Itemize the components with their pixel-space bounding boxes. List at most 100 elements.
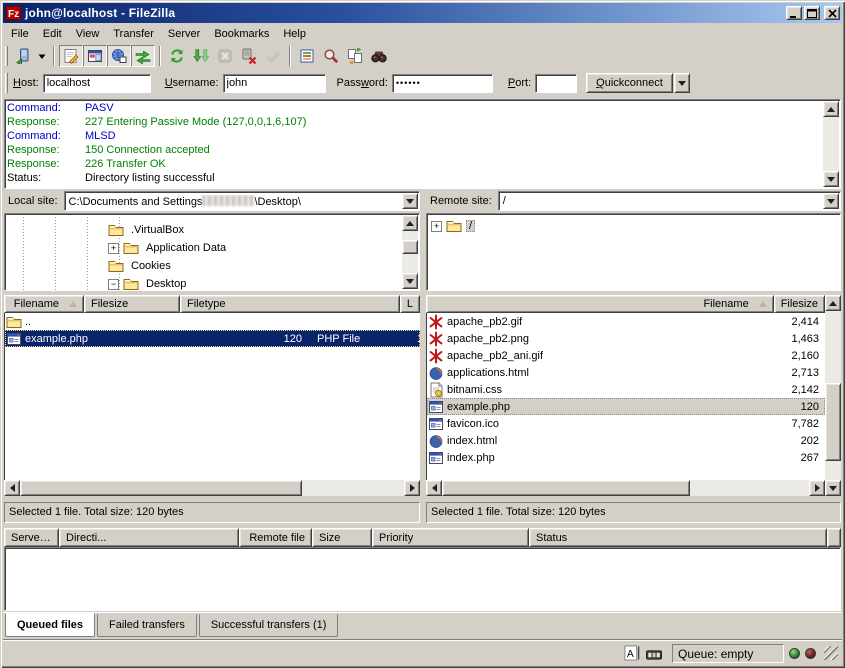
scroll-thumb[interactable] [442, 480, 690, 496]
site-manager-dropdown-button[interactable] [35, 45, 49, 67]
local-site-dropdown-button[interactable] [402, 193, 418, 209]
resize-grip[interactable] [824, 646, 838, 660]
tree-item[interactable]: .VirtualBox [5, 221, 419, 239]
column-header[interactable]: Filesize [774, 295, 825, 313]
tree-item[interactable]: + Application Data [5, 239, 419, 257]
log-scrollbar[interactable] [823, 101, 839, 187]
scroll-down-button[interactable] [825, 480, 841, 496]
toggle-message-log-button[interactable] [59, 45, 83, 67]
file-row[interactable]: index.html 202 [427, 432, 825, 449]
file-row[interactable]: applications.html 2,713 [427, 364, 825, 381]
scroll-down-button[interactable] [402, 273, 418, 289]
column-header[interactable]: Status [529, 528, 827, 547]
column-header[interactable] [827, 528, 841, 547]
queue-tab[interactable]: Failed transfers [97, 614, 197, 637]
menu-item[interactable]: Bookmarks [207, 26, 276, 42]
local-tree-scrollbar[interactable] [402, 215, 418, 289]
quickconnect-dropdown-button[interactable] [674, 73, 690, 93]
local-site-combo[interactable]: C:\Documents and Settings\Desktop\ [64, 191, 420, 211]
toolbar-grip[interactable] [5, 46, 8, 66]
column-header[interactable]: Size [312, 528, 372, 547]
minimize-button[interactable] [786, 6, 802, 20]
scroll-right-button[interactable] [809, 480, 825, 496]
file-row[interactable]: apache_pb2.gif 2,414 [427, 313, 825, 330]
process-queue-button[interactable] [189, 45, 213, 67]
disconnect-button[interactable] [237, 45, 261, 67]
file-row[interactable]: apache_pb2_ani.gif 2,160 [427, 347, 825, 364]
column-header[interactable]: Remote file [239, 528, 312, 547]
site-manager-button[interactable] [11, 45, 35, 67]
site-manager-icon [15, 48, 31, 64]
file-row[interactable]: example.php 120 [427, 398, 825, 415]
column-header[interactable]: Filesize [84, 295, 180, 313]
scroll-down-button[interactable] [823, 171, 839, 187]
host-input[interactable] [43, 74, 151, 93]
toggle-local-tree-button[interactable] [83, 45, 107, 67]
password-input[interactable] [392, 74, 493, 93]
scroll-left-button[interactable] [4, 480, 20, 496]
scroll-thumb[interactable] [20, 480, 302, 496]
tree-expander[interactable]: + [108, 243, 119, 254]
menu-item[interactable]: Help [276, 26, 313, 42]
port-input[interactable] [535, 74, 577, 93]
scroll-thumb[interactable] [402, 240, 418, 254]
menu-item[interactable]: File [4, 26, 36, 42]
maximize-button[interactable] [804, 6, 820, 20]
file-row[interactable]: index.php 267 [427, 449, 825, 466]
remote-site-dropdown-button[interactable] [823, 193, 839, 209]
tree-item[interactable]: Cookies [5, 257, 419, 275]
scroll-right-button[interactable] [404, 480, 420, 496]
tree-expander[interactable]: − [108, 279, 119, 290]
refresh-button[interactable] [165, 45, 189, 67]
tree-item[interactable]: + / [427, 217, 840, 235]
queue-tab[interactable]: Successful transfers (1) [199, 614, 339, 637]
column-header[interactable]: Filetype [180, 295, 400, 313]
menu-item[interactable]: View [69, 26, 107, 42]
menu-item[interactable]: Transfer [106, 26, 161, 42]
column-header[interactable]: L [400, 295, 420, 313]
username-input[interactable] [223, 74, 326, 93]
scroll-up-button[interactable] [402, 215, 418, 231]
scroll-up-button[interactable] [823, 101, 839, 117]
toggle-remote-tree-button[interactable] [107, 45, 131, 67]
column-header[interactable]: Directi... [59, 528, 239, 547]
data-type-indicator-icon[interactable]: A [624, 645, 641, 661]
close-button[interactable] [824, 6, 840, 20]
scroll-thumb[interactable] [825, 383, 841, 461]
filter-button[interactable] [295, 45, 319, 67]
local-horizontal-scrollbar[interactable] [4, 480, 420, 496]
sort-ascending-icon [759, 301, 767, 307]
queue-tab[interactable]: Queued files [5, 613, 95, 637]
remote-site-combo[interactable]: / [498, 191, 841, 211]
file-row[interactable]: .. [5, 313, 420, 330]
column-header[interactable]: Priority [372, 528, 529, 547]
synchronized-browsing-button[interactable] [367, 45, 391, 67]
quickconnect-grip[interactable] [5, 73, 8, 93]
column-header[interactable]: Filename [426, 295, 774, 313]
remote-horizontal-scrollbar[interactable] [426, 480, 825, 496]
encryption-indicator-icon[interactable] [646, 647, 667, 659]
menu-item[interactable]: Server [161, 26, 207, 42]
directory-comparison-button[interactable] [343, 45, 367, 67]
scroll-left-button[interactable] [426, 480, 442, 496]
scroll-up-button[interactable] [825, 295, 841, 311]
tree-expander[interactable]: + [431, 221, 442, 232]
toggle-queue-button[interactable] [131, 45, 155, 67]
tree-item[interactable]: − Desktop [5, 275, 419, 291]
reconnect-button[interactable] [261, 45, 285, 67]
file-row[interactable]: favicon.ico 7,782 [427, 415, 825, 432]
file-row[interactable]: example.php 120 PHP File 1 [5, 330, 420, 347]
quickconnect-button[interactable]: Quickconnect [586, 73, 673, 93]
column-header[interactable]: Filename [4, 295, 84, 313]
file-search-button[interactable] [319, 45, 343, 67]
column-header[interactable]: Server/Local file [4, 528, 59, 547]
file-row[interactable]: apache_pb2.png 1,463 [427, 330, 825, 347]
remote-vertical-scrollbar[interactable] [825, 295, 841, 496]
file-row[interactable]: bitnami.css 2,142 [427, 381, 825, 398]
cancel-operation-button[interactable] [213, 45, 237, 67]
title-bar[interactable]: Fz john@localhost - FileZilla [3, 3, 842, 23]
remote-site-bar: Remote site: / [426, 190, 841, 212]
img-icon [428, 348, 444, 364]
menu-item[interactable]: Edit [36, 26, 69, 42]
firefox-icon [428, 365, 444, 381]
